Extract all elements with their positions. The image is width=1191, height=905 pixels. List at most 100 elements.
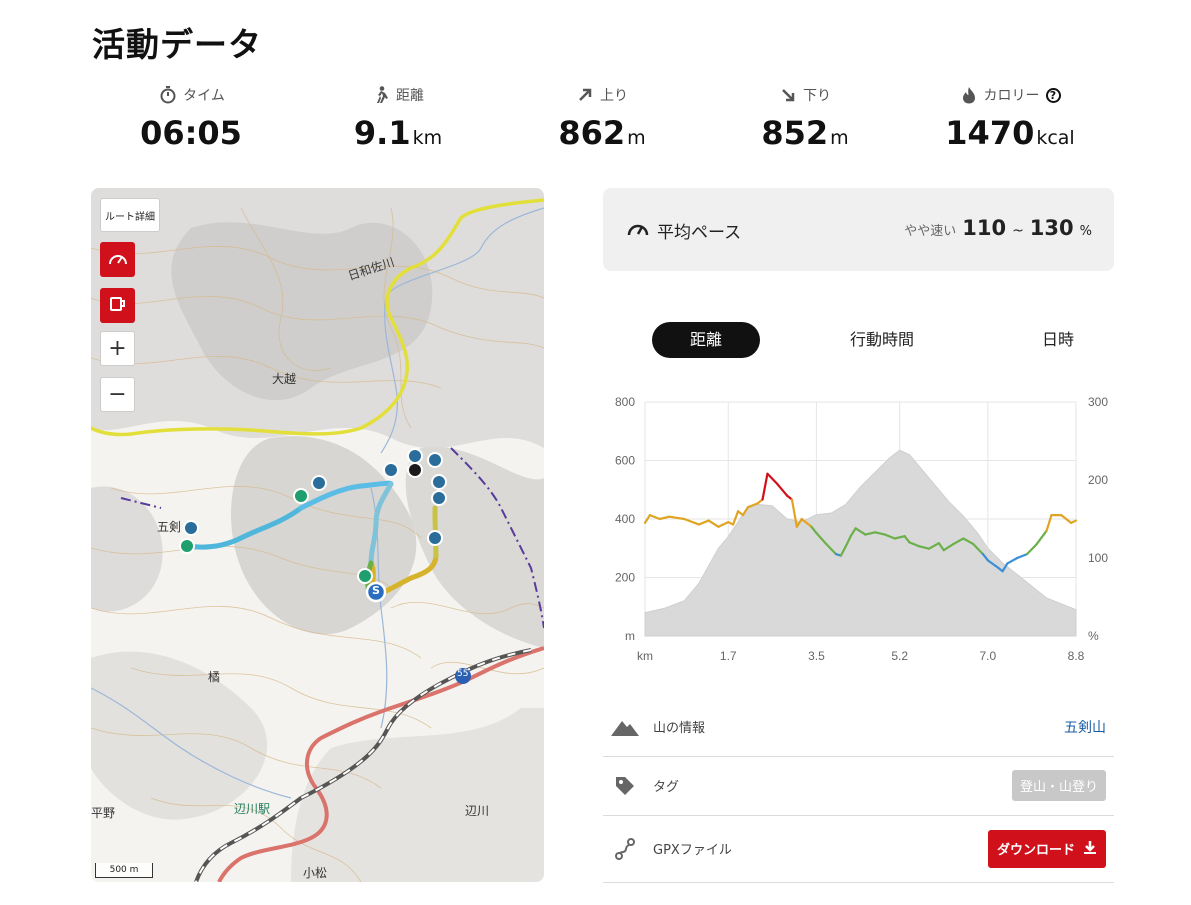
pace-segment: [648, 513, 661, 521]
start-marker[interactable]: S: [372, 584, 380, 597]
pace-segment: [1035, 529, 1048, 546]
y-right-tick-label: 100: [1088, 551, 1108, 565]
gpx-row: GPXファイル ダウンロード: [603, 815, 1114, 883]
map-label-okoshi: 大越: [272, 372, 297, 386]
y-right-tick-label: %: [1088, 629, 1099, 643]
gpx-label: GPXファイル: [653, 843, 732, 858]
pace-segment: [1070, 519, 1078, 524]
y-left-tick-label: 800: [615, 395, 635, 409]
average-pace-panel: 平均ペース やや速い 110 ~ 130 %: [603, 188, 1114, 271]
tab-moving-time[interactable]: 行動時間: [827, 322, 937, 358]
map-label-hirano: 平野: [91, 806, 116, 820]
stat-descent-value: 852: [761, 114, 829, 152]
stat-time: タイム 06:05: [92, 84, 292, 152]
download-icon: [1083, 840, 1097, 858]
stat-ascent-unit: m: [627, 127, 646, 149]
cafe-layer-button[interactable]: [100, 288, 135, 323]
pace-segment: [776, 482, 789, 497]
pace-segment: [1016, 553, 1029, 560]
page-title: 活動データ: [92, 25, 262, 64]
pace-min: 110: [962, 216, 1007, 240]
pace-segment: [761, 472, 769, 501]
stat-calories: カロリー ? 1470 kcal: [910, 84, 1110, 152]
y-left-tick-label: 200: [615, 571, 635, 585]
route-detail-button[interactable]: ルート詳細: [100, 198, 160, 232]
speedometer-icon: [627, 219, 649, 242]
tag-icon: [611, 775, 639, 797]
y-right-tick-label: 200: [1088, 473, 1108, 487]
download-button-label: ダウンロード: [996, 843, 1075, 858]
pace-segment: [717, 521, 730, 528]
route-number-badge: 55: [457, 669, 469, 679]
chart-tabs: 距離 行動時間 日時: [603, 322, 1114, 358]
route-file-icon: [611, 837, 639, 860]
y-left-tick-label: 600: [615, 454, 635, 468]
mountain-info-row: 山の情報 五剣山: [603, 697, 1114, 757]
stat-distance: 距離 9.1 km: [298, 84, 498, 152]
stat-distance-label: 距離: [396, 88, 424, 104]
walker-icon: [372, 86, 390, 104]
tag-label: タグ: [653, 780, 680, 795]
elevation-pace-chart: 800 600 400 200 m 300 200 100% km 1.7 3.5 5.2 7.0 8.8: [615, 395, 1108, 663]
stat-descent-unit: m: [830, 127, 849, 149]
x-tick-label: 1.7: [720, 649, 737, 663]
mountain-icon: [611, 716, 639, 738]
stat-calories-value: 1470: [945, 114, 1035, 152]
stat-calories-unit: kcal: [1036, 127, 1075, 149]
pace-segment: [1006, 556, 1019, 565]
tag-row: タグ 登山・山登り: [603, 756, 1114, 816]
y-left-tick-label: m: [625, 629, 635, 643]
mountain-info-label: 山の情報: [653, 721, 706, 736]
stat-ascent-value: 862: [558, 114, 626, 152]
mountain-link[interactable]: 五剣山: [1064, 717, 1106, 737]
download-button[interactable]: ダウンロード: [988, 829, 1106, 868]
stat-time-label: タイム: [183, 88, 225, 104]
pace-max: 130: [1029, 216, 1074, 240]
elevation-area: [644, 449, 1077, 637]
map-label-tachibana: 橘: [208, 670, 221, 684]
help-icon[interactable]: ?: [1045, 87, 1061, 103]
tab-distance[interactable]: 距離: [652, 322, 760, 358]
pace-unit: %: [1079, 224, 1092, 239]
pace-layer-button[interactable]: [100, 242, 135, 277]
map-label-station: 辺川駅: [234, 802, 271, 816]
stat-ascent: 上り 862 m: [502, 84, 702, 152]
x-tick-label: 3.5: [808, 649, 825, 663]
x-tick-label: 7.0: [979, 649, 996, 663]
pace-tilde: ~: [1012, 223, 1024, 239]
map-label-komatsu: 小松: [303, 866, 328, 880]
x-tick-label: km: [637, 649, 653, 663]
stat-distance-value: 9.1: [353, 114, 411, 152]
stat-distance-unit: km: [412, 127, 443, 149]
y-left-tick-label: 400: [615, 512, 635, 526]
pace-segment: [766, 472, 779, 486]
pace-segment: [697, 519, 710, 526]
x-tick-label: 8.8: [1068, 649, 1085, 663]
pace-segment: [683, 517, 700, 526]
pace-segment: [1045, 513, 1053, 532]
map-label-gokenzan: 五剣: [157, 520, 182, 534]
zoom-in-button[interactable]: +: [100, 331, 135, 366]
pace-description: やや速い: [904, 224, 957, 239]
arrow-down-right-icon: [779, 86, 797, 104]
speedometer-icon: [108, 250, 128, 270]
cup-icon: [109, 296, 127, 316]
stat-ascent-label: 上り: [600, 88, 628, 104]
stat-calories-label: カロリー: [983, 88, 1040, 104]
pace-label: 平均ペース: [657, 223, 742, 243]
pace-segment: [1025, 542, 1038, 556]
route-map[interactable]: 日和佐川 大越 五剣 橘 辺川駅 辺川 平野 小松 55 S ルート詳細 + −…: [91, 188, 544, 882]
stat-descent-label: 下り: [803, 88, 831, 104]
flame-icon: [960, 86, 978, 104]
stat-descent: 下り 852 m: [705, 84, 905, 152]
map-label-hegawa: 辺川: [465, 804, 490, 818]
zoom-out-button[interactable]: −: [100, 377, 135, 412]
pace-segment: [707, 519, 720, 528]
map-terrain: [91, 188, 544, 882]
x-tick-label: 5.2: [891, 649, 908, 663]
tag-chip[interactable]: 登山・山登り: [1011, 770, 1106, 801]
stats-row: タイム 06:05 距離 9.1 km 上り 862 m 下り 852 m カロ…: [92, 84, 1114, 164]
y-right-tick-label: 300: [1088, 395, 1108, 409]
tab-datetime[interactable]: 日時: [1023, 322, 1093, 358]
stopwatch-icon: [159, 86, 177, 104]
